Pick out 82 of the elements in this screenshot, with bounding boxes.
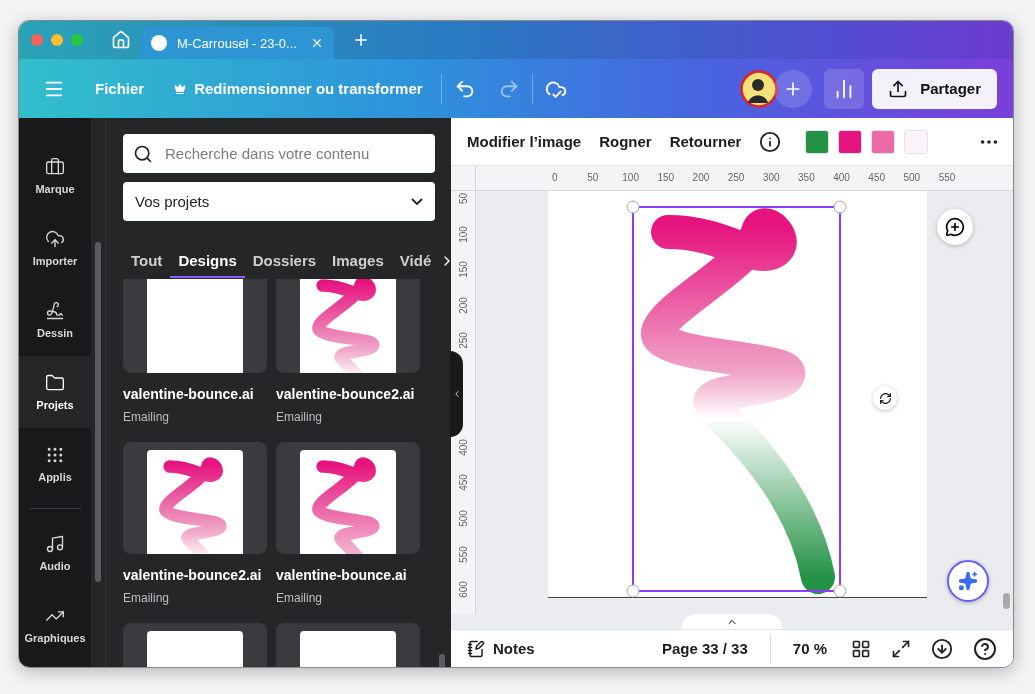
zoom-level[interactable]: 70 % [792,640,827,657]
scrollbar-thumb[interactable] [1003,593,1010,609]
home-button[interactable] [111,30,131,50]
sidebar-item[interactable]: Applis [19,428,91,500]
add-user-button[interactable] [774,69,813,108]
toolbar-action[interactable]: Retourner [669,133,742,150]
notes-button[interactable]: Notes [467,639,535,658]
search-icon [133,143,153,164]
sidebar-item[interactable]: Importer [19,212,91,284]
color-swatch[interactable] [805,129,830,154]
design-page[interactable] [548,191,927,598]
filter-tab[interactable]: Images [324,244,392,278]
sparkles-icon [958,571,978,591]
vertical-ruler: 50 100 150 200 250 400 450 500 550 600 [451,191,476,614]
share-button[interactable]: Partager [872,68,997,109]
notes-icon [467,639,485,658]
filter-tab[interactable]: Dossiers [244,244,325,278]
design-category: Emailing [123,591,171,605]
filter-tab[interactable]: Vidé [391,244,440,278]
sidebar-label: Projets [36,399,74,411]
tab-title: M-Carrousel - 23-0... [177,35,298,51]
avatar[interactable] [740,69,779,108]
design-card[interactable] [276,279,420,373]
notes-label: Notes [493,640,535,657]
sidebar-item[interactable]: Audio [19,517,91,589]
toolbar-action[interactable]: Modifier l’image [467,133,582,150]
sidebar-item[interactable]: Dessin [19,284,91,356]
design-card[interactable] [123,279,267,373]
scrollbar-thumb[interactable] [439,654,445,667]
sidebar-item[interactable]: Graphiques [19,589,91,661]
scrollbar-thumb[interactable] [95,242,101,582]
rotate-icon [878,391,892,405]
sidebar-label: Dessin [36,327,74,339]
apps-icon [45,445,65,465]
selected-image[interactable] [628,202,845,596]
design-title: valentine-bounce.ai [123,386,255,402]
projects-dropdown[interactable]: Vos projets [123,182,435,221]
design-title: valentine-bounce2.ai [123,567,263,583]
comment-icon [945,217,965,237]
chevron-down-icon [411,198,423,205]
close-tab-icon[interactable] [310,36,324,50]
design-category: Emailing [276,410,324,424]
color-swatch[interactable] [904,129,929,154]
design-category: Emailing [123,410,171,424]
design-title: valentine-bounce.ai [276,567,408,583]
design-title: valentine-bounce2.ai [276,386,416,402]
download-icon[interactable] [931,637,953,660]
fullscreen-icon[interactable] [891,638,911,659]
help-icon[interactable] [973,636,997,661]
sidebar-label: Audio [39,560,71,572]
page-indicator: Page 33 / 33 [661,640,748,657]
briefcase-icon [45,157,65,177]
collapse-panel-button[interactable] [450,351,463,437]
pen-icon [45,301,65,321]
insights-button[interactable] [824,68,865,109]
crown-icon [174,82,187,95]
app-logo-icon [151,35,167,51]
sidebar-label: Importer [32,255,78,267]
sidebar-label: Graphiques [24,632,86,644]
sidebar-label: Marque [35,183,75,195]
cloud-upload-icon [45,229,65,249]
magic-button[interactable] [947,560,989,602]
sidebar-item[interactable]: Marque [19,140,91,212]
sidebar-item[interactable]: Projets [19,356,91,428]
design-category: Emailing [276,591,324,605]
design-card[interactable] [276,442,420,554]
horizontal-ruler: 0 50 100 150 200 250 300 350 400 450 500 550 [476,166,1013,190]
new-tab-button[interactable] [352,31,370,49]
color-swatch[interactable] [838,129,863,154]
upload-icon [888,78,909,99]
share-label: Partager [920,80,981,97]
grid-view-icon[interactable] [851,638,871,659]
music-icon [45,534,65,554]
comment-button[interactable] [937,209,973,245]
info-icon[interactable] [759,130,782,153]
filter-tab[interactable]: Tout [123,244,171,278]
design-card[interactable] [123,442,267,554]
toolbar-action[interactable]: Rogner [599,133,652,150]
folder-icon [45,373,65,393]
sidebar-label: Applis [38,471,72,483]
search-field[interactable]: Recherche dans votre contenu [123,134,435,173]
color-swatch[interactable] [871,129,896,154]
